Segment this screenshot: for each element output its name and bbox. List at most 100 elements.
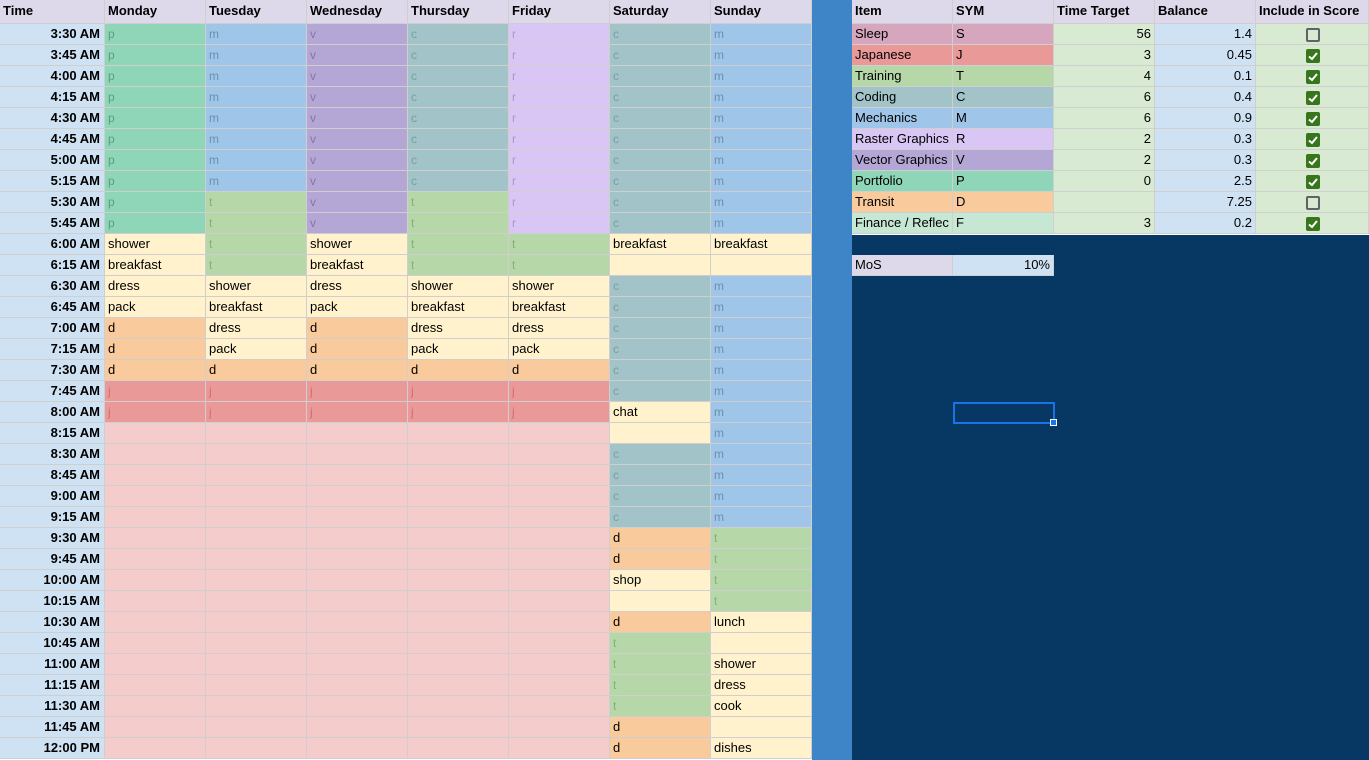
schedule-cell[interactable]: v bbox=[307, 108, 408, 129]
schedule-cell[interactable] bbox=[307, 423, 408, 444]
schedule-cell[interactable]: r bbox=[509, 213, 610, 234]
schedule-cell[interactable]: m bbox=[206, 171, 307, 192]
schedule-cell[interactable]: m bbox=[711, 213, 812, 234]
schedule-cell[interactable] bbox=[610, 423, 711, 444]
column-header-sunday[interactable]: Sunday bbox=[711, 0, 812, 24]
schedule-cell[interactable]: p bbox=[105, 66, 206, 87]
schedule-cell[interactable] bbox=[711, 255, 812, 276]
column-header-friday[interactable]: Friday bbox=[509, 0, 610, 24]
schedule-cell[interactable]: j bbox=[408, 381, 509, 402]
schedule-cell[interactable]: j bbox=[105, 381, 206, 402]
time-cell[interactable]: 8:00 AM bbox=[0, 402, 105, 423]
schedule-cell[interactable]: d bbox=[105, 318, 206, 339]
schedule-cell[interactable]: c bbox=[610, 45, 711, 66]
schedule-cell[interactable]: c bbox=[610, 150, 711, 171]
schedule-cell[interactable]: t bbox=[610, 675, 711, 696]
time-cell[interactable]: 3:30 AM bbox=[0, 24, 105, 45]
schedule-cell[interactable]: pack bbox=[509, 339, 610, 360]
summary-target[interactable]: 6 bbox=[1054, 108, 1155, 129]
schedule-cell[interactable] bbox=[509, 444, 610, 465]
schedule-cell[interactable]: lunch bbox=[711, 612, 812, 633]
time-cell[interactable]: 5:30 AM bbox=[0, 192, 105, 213]
schedule-cell[interactable]: shower bbox=[711, 654, 812, 675]
schedule-cell[interactable]: m bbox=[711, 486, 812, 507]
schedule-cell[interactable]: m bbox=[711, 444, 812, 465]
schedule-cell[interactable]: c bbox=[610, 276, 711, 297]
summary-target[interactable]: 6 bbox=[1054, 87, 1155, 108]
schedule-cell[interactable]: dress bbox=[408, 318, 509, 339]
time-cell[interactable]: 8:45 AM bbox=[0, 465, 105, 486]
summary-sym[interactable]: T bbox=[953, 66, 1054, 87]
schedule-cell[interactable]: c bbox=[610, 465, 711, 486]
column-header-monday[interactable]: Monday bbox=[105, 0, 206, 24]
fill-handle[interactable] bbox=[1050, 419, 1057, 426]
schedule-cell[interactable]: p bbox=[105, 171, 206, 192]
summary-item[interactable]: Training bbox=[852, 66, 953, 87]
summary-target[interactable]: 2 bbox=[1054, 129, 1155, 150]
schedule-cell[interactable]: d bbox=[206, 360, 307, 381]
schedule-cell[interactable] bbox=[105, 738, 206, 759]
time-cell[interactable]: 11:45 AM bbox=[0, 717, 105, 738]
schedule-cell[interactable]: m bbox=[711, 171, 812, 192]
schedule-cell[interactable] bbox=[307, 675, 408, 696]
summary-balance[interactable]: 0.3 bbox=[1155, 129, 1256, 150]
schedule-cell[interactable]: p bbox=[105, 213, 206, 234]
schedule-cell[interactable] bbox=[206, 717, 307, 738]
schedule-cell[interactable]: r bbox=[509, 192, 610, 213]
schedule-cell[interactable] bbox=[408, 549, 509, 570]
schedule-cell[interactable] bbox=[206, 696, 307, 717]
schedule-cell[interactable] bbox=[105, 486, 206, 507]
schedule-cell[interactable]: c bbox=[610, 360, 711, 381]
summary-sym[interactable]: F bbox=[953, 213, 1054, 234]
time-cell[interactable]: 4:45 AM bbox=[0, 129, 105, 150]
time-cell[interactable]: 11:15 AM bbox=[0, 675, 105, 696]
schedule-cell[interactable]: breakfast bbox=[105, 255, 206, 276]
column-header-wednesday[interactable]: Wednesday bbox=[307, 0, 408, 24]
time-cell[interactable]: 4:00 AM bbox=[0, 66, 105, 87]
schedule-cell[interactable]: dress bbox=[105, 276, 206, 297]
summary-item[interactable]: Finance / Reflec bbox=[852, 213, 953, 234]
schedule-cell[interactable]: c bbox=[610, 507, 711, 528]
schedule-cell[interactable]: dress bbox=[509, 318, 610, 339]
schedule-cell[interactable] bbox=[408, 654, 509, 675]
schedule-cell[interactable]: d bbox=[105, 339, 206, 360]
schedule-cell[interactable]: m bbox=[711, 402, 812, 423]
schedule-cell[interactable] bbox=[408, 675, 509, 696]
schedule-cell[interactable] bbox=[509, 570, 610, 591]
summary-balance[interactable]: 0.4 bbox=[1155, 87, 1256, 108]
schedule-cell[interactable] bbox=[307, 528, 408, 549]
schedule-cell[interactable]: breakfast bbox=[509, 297, 610, 318]
schedule-cell[interactable]: v bbox=[307, 150, 408, 171]
schedule-cell[interactable]: cook bbox=[711, 696, 812, 717]
summary-sym[interactable]: J bbox=[953, 45, 1054, 66]
schedule-cell[interactable] bbox=[509, 465, 610, 486]
schedule-cell[interactable]: c bbox=[610, 108, 711, 129]
schedule-cell[interactable]: r bbox=[509, 87, 610, 108]
schedule-cell[interactable]: c bbox=[610, 129, 711, 150]
schedule-cell[interactable]: v bbox=[307, 87, 408, 108]
schedule-cell[interactable]: breakfast bbox=[206, 297, 307, 318]
schedule-cell[interactable] bbox=[105, 528, 206, 549]
schedule-cell[interactable]: r bbox=[509, 108, 610, 129]
time-cell[interactable]: 9:00 AM bbox=[0, 486, 105, 507]
schedule-cell[interactable]: t bbox=[408, 234, 509, 255]
schedule-cell[interactable]: m bbox=[711, 318, 812, 339]
schedule-cell[interactable]: p bbox=[105, 108, 206, 129]
column-header-time[interactable]: Time bbox=[0, 0, 105, 24]
schedule-cell[interactable]: c bbox=[610, 192, 711, 213]
schedule-cell[interactable] bbox=[105, 675, 206, 696]
schedule-cell[interactable]: c bbox=[610, 87, 711, 108]
schedule-cell[interactable]: c bbox=[408, 129, 509, 150]
schedule-cell[interactable]: m bbox=[711, 423, 812, 444]
schedule-cell[interactable] bbox=[408, 465, 509, 486]
time-cell[interactable]: 8:15 AM bbox=[0, 423, 105, 444]
schedule-cell[interactable]: chat bbox=[610, 402, 711, 423]
schedule-cell[interactable] bbox=[206, 738, 307, 759]
checkbox-unchecked-icon[interactable] bbox=[1306, 28, 1320, 42]
schedule-cell[interactable]: v bbox=[307, 66, 408, 87]
schedule-cell[interactable]: m bbox=[711, 465, 812, 486]
summary-item[interactable]: Portfolio bbox=[852, 171, 953, 192]
time-cell[interactable]: 11:00 AM bbox=[0, 654, 105, 675]
mos-value[interactable]: 10% bbox=[953, 255, 1054, 276]
time-cell[interactable]: 12:00 PM bbox=[0, 738, 105, 759]
